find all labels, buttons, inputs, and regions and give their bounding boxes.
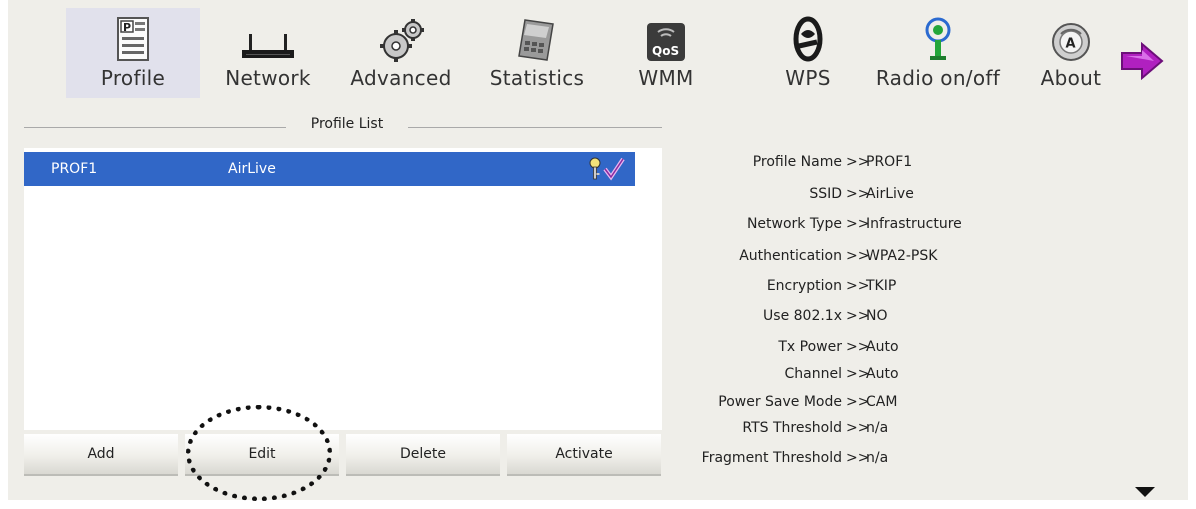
tab-radio-on-off[interactable]: Radio on/off	[868, 8, 1008, 98]
svg-text:P: P	[123, 21, 131, 34]
detail-value: n/a	[866, 450, 889, 466]
tab-wmm-label: WMM	[638, 66, 694, 90]
key-icon	[589, 157, 601, 180]
detail-value: NO	[866, 308, 888, 324]
tab-radio-label: Radio on/off	[875, 66, 1001, 90]
detail-key: Power Save Mode	[718, 394, 842, 410]
detail-key: Fragment Threshold	[701, 450, 842, 466]
detail-profile-name: Profile Name >> PROF1	[662, 154, 1062, 176]
profile-ssid-cell: AirLive	[228, 161, 276, 177]
detail-key: RTS Threshold	[742, 420, 842, 436]
edit-button[interactable]: Edit	[185, 434, 339, 476]
detail-authentication: Authentication >> WPA2-PSK	[662, 248, 1062, 270]
detail-key: Encryption	[766, 278, 842, 294]
detail-channel: Channel >> Auto	[662, 366, 1062, 388]
detail-value: AirLive	[866, 186, 914, 202]
detail-value: CAM	[866, 394, 898, 410]
group-line-right	[408, 127, 662, 128]
detail-value: n/a	[866, 420, 889, 436]
detail-value: Auto	[866, 366, 899, 382]
about-badge: A	[1066, 37, 1076, 52]
detail-key: Authentication	[739, 248, 842, 264]
detail-key: Use 802.1x	[763, 308, 842, 324]
detail-value: Auto	[866, 339, 899, 355]
detail-value: TKIP	[866, 278, 897, 294]
profile-name-cell: PROF1	[51, 161, 98, 177]
profile-list-title: Profile List	[310, 116, 384, 132]
radio-icon	[925, 17, 951, 60]
triangle-down-icon	[1135, 487, 1155, 497]
detail-use-8021x: Use 802.1x >> NO	[662, 308, 1062, 330]
router-icon	[242, 34, 294, 58]
arrow-right-icon	[1121, 41, 1164, 81]
detail-key: Tx Power	[778, 339, 842, 355]
active-check-icon	[603, 157, 625, 181]
detail-value: Infrastructure	[866, 216, 962, 232]
tab-network[interactable]: Network	[218, 8, 318, 98]
tab-statistics-label: Statistics	[489, 66, 585, 90]
detail-network-type: Network Type >> Infrastructure	[662, 216, 1062, 238]
detail-key: Profile Name	[752, 154, 842, 170]
detail-rts-threshold: RTS Threshold >> n/a	[662, 420, 1062, 442]
profile-row[interactable]: PROF1 AirLive	[24, 152, 635, 186]
gears-icon	[380, 19, 424, 62]
scroll-down-button[interactable]	[1120, 484, 1170, 500]
profile-list-group: Profile List	[22, 116, 662, 138]
detail-fragment-threshold: Fragment Threshold >> n/a	[662, 450, 1062, 472]
detail-power-save-mode: Power Save Mode >> CAM	[662, 394, 1062, 416]
qos-badge: QoS	[652, 44, 679, 58]
detail-key: SSID	[809, 186, 842, 202]
statistics-icon	[518, 19, 554, 61]
tab-advanced[interactable]: Advanced	[346, 8, 456, 98]
detail-key: Channel	[784, 366, 842, 382]
tab-wps[interactable]: WPS	[768, 8, 848, 98]
detail-value: WPA2-PSK	[866, 248, 938, 264]
detail-key: Network Type	[746, 216, 842, 232]
tab-advanced-label: Advanced	[350, 66, 452, 90]
tab-about[interactable]: A About	[1026, 8, 1116, 98]
detail-ssid: SSID >> AirLive	[662, 186, 1062, 208]
add-button[interactable]: Add	[24, 434, 178, 476]
qos-icon: QoS	[647, 23, 685, 61]
about-icon: A	[1052, 23, 1090, 61]
wps-icon	[793, 16, 823, 62]
profile-icon: P	[117, 17, 149, 61]
tab-statistics[interactable]: Statistics	[482, 8, 592, 98]
tab-about-label: About	[1040, 66, 1102, 90]
profile-details: Profile Name >> PROF1 SSID >> AirLive Ne…	[662, 148, 1062, 478]
tab-network-label: Network	[225, 66, 311, 90]
activate-button[interactable]: Activate	[507, 434, 661, 476]
group-line-left	[24, 127, 286, 128]
next-button[interactable]	[1120, 41, 1164, 84]
toolbar: P Profile Network Advanced Statistics Qo…	[8, 0, 1188, 104]
tab-wps-label: WPS	[785, 66, 831, 90]
tab-profile-label: Profile	[100, 66, 166, 90]
profile-list[interactable]: PROF1 AirLive	[24, 148, 662, 430]
utility-window: P Profile Network Advanced Statistics Qo…	[8, 0, 1188, 501]
delete-button[interactable]: Delete	[346, 434, 500, 476]
profile-status-icons	[589, 157, 625, 181]
tab-profile[interactable]: P Profile	[66, 8, 200, 98]
detail-encryption: Encryption >> TKIP	[662, 278, 1062, 300]
detail-value: PROF1	[866, 154, 913, 170]
tab-wmm[interactable]: QoS WMM	[626, 8, 706, 98]
detail-tx-power: Tx Power >> Auto	[662, 339, 1062, 361]
